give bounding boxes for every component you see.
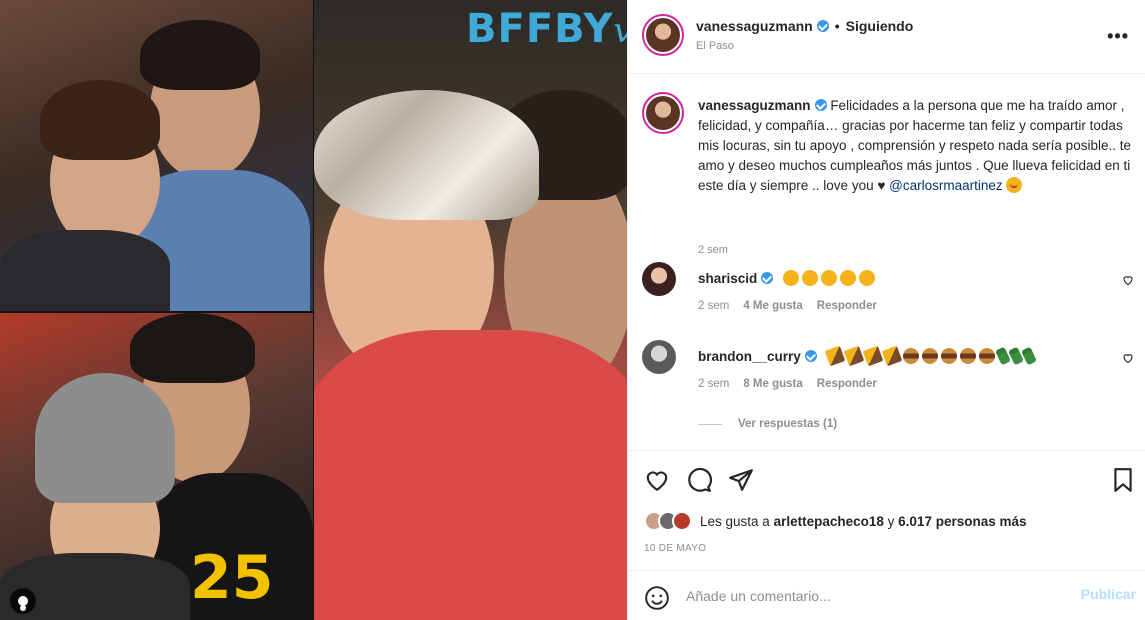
avatar[interactable] (642, 14, 684, 56)
avatar[interactable] (642, 340, 676, 374)
publish-button[interactable]: Publicar (1081, 586, 1136, 602)
post-side-panel: vanessaguzmann • Siguiendo El Paso ••• van… (627, 0, 1145, 620)
collage-photo-top-left (0, 0, 313, 311)
reply-button[interactable]: Responder (817, 378, 877, 390)
caption-text: vanessaguzmann Felicidades a la persona … (698, 96, 1138, 196)
view-replies-label: Ver respuestas (1) (738, 418, 838, 430)
comment-timestamp[interactable]: 2 sem (698, 378, 729, 390)
comment-timestamp[interactable]: 2 sem (698, 300, 729, 312)
emoji-party-popper-icon (862, 345, 883, 367)
collage-photo-bottom-left: 25 (0, 313, 313, 620)
comment-item: brandon__curry 2 sem 8 Me gusta Responde… (642, 340, 1142, 410)
following-button[interactable]: Siguiendo (846, 18, 914, 34)
caption-timestamp[interactable]: 2 sem (698, 244, 728, 256)
emoji-party-popper-icon (824, 345, 845, 367)
reply-button[interactable]: Responder (817, 300, 877, 312)
emoji-party-popper-icon (843, 345, 864, 367)
likes-summary: Les gusta a arlettepacheco18 y 6.017 per… (644, 511, 1027, 531)
emoji-heart-eyes-icon (821, 270, 838, 286)
emoji-heart-eyes-icon (802, 270, 819, 286)
tagged-users-icon[interactable] (10, 588, 36, 614)
post-actions: Les gusta a arlettepacheco18 y 6.017 per… (628, 450, 1145, 570)
comment-meta: 2 sem 8 Me gusta Responder (698, 378, 877, 390)
overlay-watermark: BFFBYvg (466, 6, 627, 52)
post-media[interactable]: 25 BFFBYvg (0, 0, 627, 620)
comment-item: shariscid 2 sem 4 Me gusta Responder (642, 262, 1142, 332)
emoji-burger-icon (959, 348, 976, 364)
comment-emojis (824, 345, 1037, 367)
verified-badge-icon (804, 350, 817, 362)
separator-dot: • (834, 18, 840, 34)
comment-bubble-icon[interactable] (686, 467, 712, 493)
post-header: vanessaguzmann • Siguiendo El Paso ••• (628, 0, 1145, 74)
comment-meta: 2 sem 4 Me gusta Responder (698, 300, 877, 312)
verified-badge-icon (814, 99, 827, 111)
like-comment-heart-icon[interactable] (1122, 274, 1134, 286)
comments-section[interactable]: vanessaguzmann Felicidades a la persona … (628, 74, 1145, 450)
caption-mention[interactable]: @carlosrmaartinez (889, 178, 1002, 193)
emoji-bottle-icon (994, 346, 1011, 366)
emoji-heart-eyes-icon (783, 270, 800, 286)
post-location[interactable]: El Paso (696, 40, 734, 52)
post-date[interactable]: 10 DE MAYO (644, 543, 706, 554)
caption-username[interactable]: vanessaguzmann (698, 98, 811, 113)
emoji-burger-icon (921, 348, 938, 364)
more-options-icon[interactable]: ••• (1107, 26, 1129, 47)
add-comment-bar: Publicar (628, 570, 1145, 620)
author-username[interactable]: vanessaguzmann (696, 18, 813, 34)
comment-username[interactable]: shariscid (698, 271, 757, 286)
share-paper-plane-icon[interactable] (728, 467, 754, 493)
view-replies-button[interactable]: Ver respuestas (1) (698, 418, 837, 430)
verified-badge-icon (816, 20, 829, 32)
emoji-party-popper-icon (881, 345, 902, 367)
emoji-burger-icon (978, 348, 995, 364)
likes-prefix: Les gusta a (700, 513, 770, 529)
likes-text: Les gusta a arlettepacheco18 y 6.017 per… (700, 514, 1027, 529)
comment-emojis (783, 270, 876, 286)
comment-content: shariscid (698, 270, 876, 286)
save-bookmark-icon[interactable] (1110, 467, 1136, 493)
comment-likes[interactable]: 8 Me gusta (743, 378, 802, 390)
emoji-bottle-icon (1020, 346, 1037, 366)
emoji-heart-eyes-icon (1006, 177, 1023, 193)
comment-likes[interactable]: 4 Me gusta (743, 300, 802, 312)
main-photo (314, 0, 627, 620)
like-comment-heart-icon[interactable] (1122, 352, 1134, 364)
header-username-row: vanessaguzmann • Siguiendo (696, 18, 913, 34)
avatar[interactable] (642, 262, 676, 296)
comment-input[interactable] (686, 583, 1066, 609)
emoji-heart-eyes-icon (840, 270, 857, 286)
comment-username[interactable]: brandon__curry (698, 349, 801, 364)
emoji-burger-icon (902, 348, 919, 364)
emoji-bottle-icon (1007, 346, 1024, 366)
likes-user[interactable]: arlettepacheco18 (774, 514, 884, 529)
emoji-burger-icon (940, 348, 957, 364)
like-heart-icon[interactable] (644, 467, 670, 493)
comment-content: brandon__curry (698, 345, 1037, 367)
likes-joiner: y (887, 513, 895, 529)
liker-avatar (672, 511, 692, 531)
avatar[interactable] (642, 92, 684, 134)
emoji-heart-eyes-icon (859, 270, 876, 286)
verified-badge-icon (761, 272, 774, 284)
likes-others[interactable]: 6.017 personas más (898, 514, 1026, 529)
emoji-picker-icon[interactable] (644, 585, 670, 611)
